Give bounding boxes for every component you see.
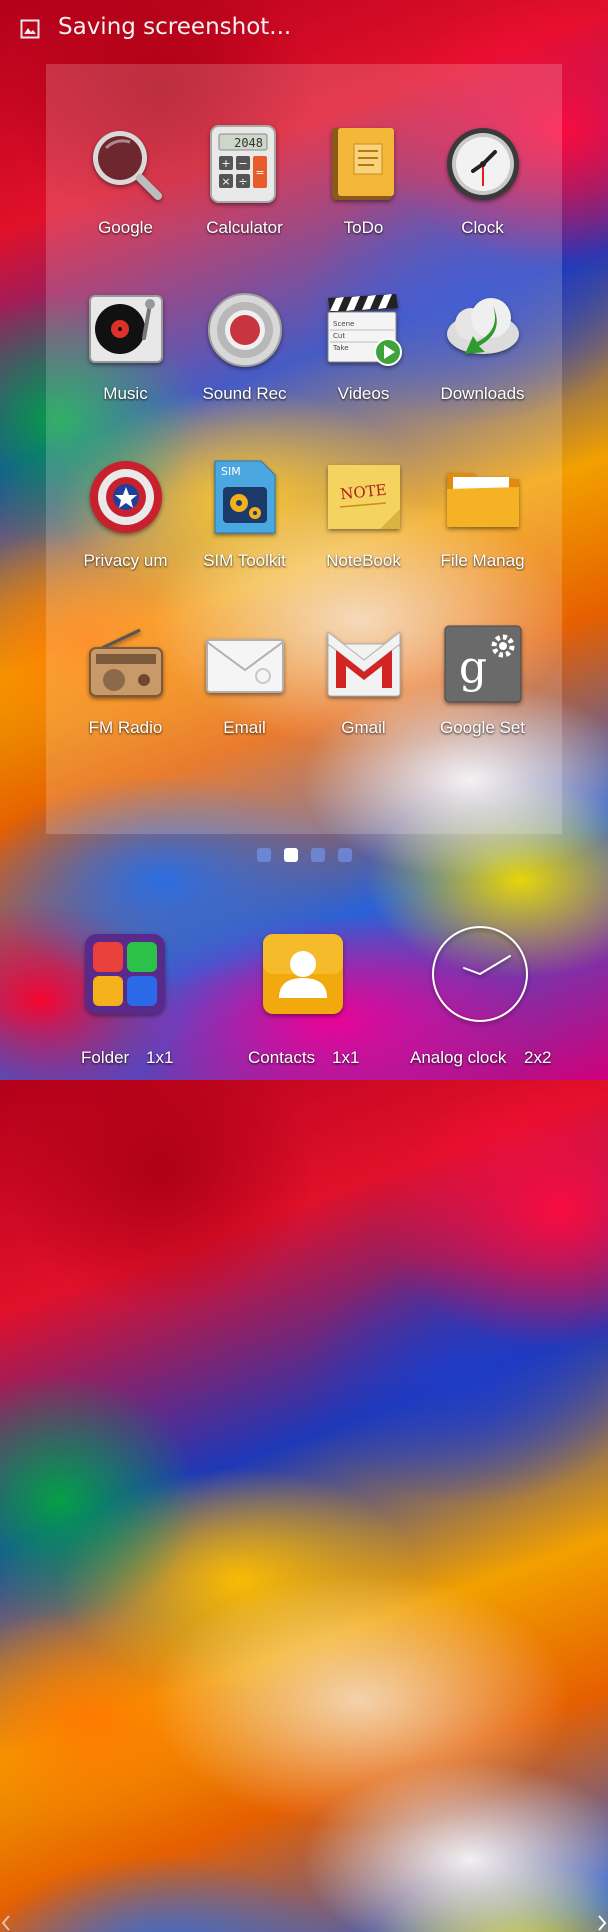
app-calculator[interactable]: 2048 + − × ÷ = Calculator [185,118,304,278]
app-file-manager[interactable]: File Manag [423,451,542,611]
radio-icon [88,628,163,697]
app-notebook[interactable]: NOTE NoteBook [304,451,423,611]
app-label: Privacy um [83,551,168,570]
page-indicator [0,848,608,866]
dock-size: 2x2 [524,1048,552,1067]
svg-text:−: − [238,157,247,170]
image-icon [20,19,40,39]
analog-clock-icon [432,926,528,1022]
cloud-download-icon [446,298,519,354]
app-google[interactable]: Google [66,118,185,278]
app-todo[interactable]: ToDo [304,118,423,278]
sim-chip-text: SIM [221,465,241,478]
google-settings-icon: g [444,625,521,703]
app-privacy[interactable]: Privacy um [66,451,185,611]
dock-label: Folder [81,1048,130,1067]
dock-label: Contacts [248,1048,316,1067]
clapper-line-3: Take [332,344,349,352]
app-grid: Google 2048 + − × ÷ = Calculator ToDo Cl… [66,118,542,788]
widget-folder[interactable]: Folder 1x1 [25,920,225,1080]
dock-label: Analog clock [410,1048,507,1067]
app-label: Google Set [439,718,526,737]
app-label: Sound Rec [202,384,287,403]
dock-size: 1x1 [332,1048,360,1067]
calculator-display: 2048 [234,136,263,150]
widget-analog-clock[interactable]: Analog clock 2x2 [380,920,580,1080]
page-dot-4[interactable] [337,848,352,862]
folder-widget-icon [85,934,165,1014]
app-fm-radio[interactable]: FM Radio [66,618,185,778]
sim-card-icon: SIM [214,460,275,534]
notepad-icon [331,128,394,200]
svg-text:÷: ÷ [238,175,247,188]
calculator-icon: 2048 + − × ÷ = [209,125,276,203]
app-label: Music [103,384,148,403]
widget-contacts[interactable]: Contacts 1x1 [203,920,403,1080]
page-dot-2[interactable] [283,848,298,862]
app-label: NoteBook [326,551,401,570]
gmail-icon [327,630,400,697]
clapperboard-icon: Scene Cut Take [327,294,402,366]
app-google-settings[interactable]: g Google Set [423,618,542,778]
svg-text:=: = [255,166,264,179]
google-glyph: g [458,642,486,693]
widget-dock: Folder 1x1 Contacts 1x1 Analog clock 2x2 [0,920,608,1931]
app-label: SIM Toolkit [203,551,286,570]
notification-text: Saving screenshot... [58,14,292,40]
scroll-left-arrow-icon[interactable] [0,1914,12,1932]
app-sound-recorder[interactable]: Sound Rec [185,284,304,444]
shield-icon [89,461,162,533]
sticky-note-icon: NOTE [327,465,400,529]
app-label: Gmail [341,718,386,737]
app-videos[interactable]: Scene Cut Take Videos [304,284,423,444]
app-label: Videos [337,384,390,403]
svg-text:×: × [221,175,230,188]
app-label: Google [98,218,153,237]
app-label: Email [223,718,266,737]
dock-size: 1x1 [146,1048,174,1067]
envelope-icon [205,639,284,693]
contacts-icon [263,934,343,1014]
app-label: FM Radio [88,718,163,737]
page-dot-3[interactable] [310,848,325,862]
folder-icon [446,473,519,527]
status-bar: Saving screenshot... [0,0,608,60]
app-label: Clock [461,218,504,237]
record-icon [207,293,282,367]
app-clock[interactable]: Clock [423,118,542,278]
app-sim-toolkit[interactable]: SIM SIM Toolkit [185,451,304,611]
page-dot-1[interactable] [256,848,271,862]
app-downloads[interactable]: Downloads [423,284,542,444]
clapper-line-2: Cut [333,332,345,340]
magnifier-icon [92,131,162,200]
clapper-line-1: Scene [333,320,354,328]
app-label: Calculator [206,218,283,237]
app-gmail[interactable]: Gmail [304,618,423,778]
app-label: Downloads [440,384,525,403]
clock-icon [446,128,519,200]
turntable-icon [88,295,163,363]
app-label: File Manag [440,551,525,570]
scroll-right-arrow-icon[interactable] [596,1914,608,1932]
svg-text:+: + [221,157,230,170]
app-email[interactable]: Email [185,618,304,778]
app-label: ToDo [343,218,384,237]
app-music[interactable]: Music [66,284,185,444]
